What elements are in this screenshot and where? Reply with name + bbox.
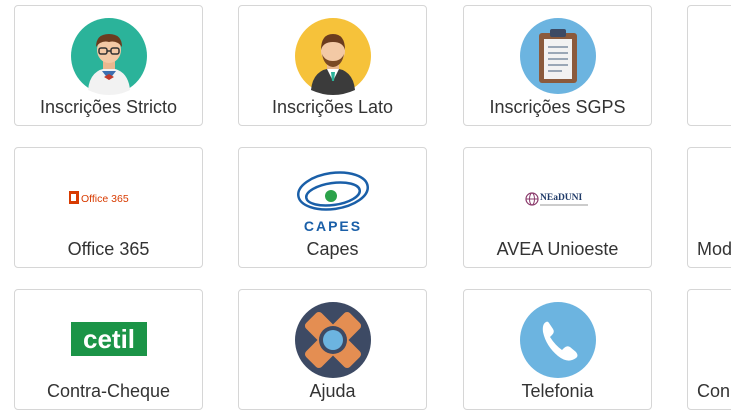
tile-label: Mod [697,239,731,259]
tile-contra-cheque[interactable]: cetil Contra-Cheque [14,289,203,410]
tile-label: Inscrições Stricto [39,97,178,117]
tile-label: Con [697,381,731,401]
tile-label: Contra-Cheque [46,381,171,401]
tile-avea-unioeste[interactable]: NEaDUNI AVEA Unioeste [463,147,652,268]
tile-label: Ajuda [309,381,356,401]
tile-partial-row2[interactable]: Mod [687,147,731,268]
capes-logo-text: CAPES [303,218,361,234]
tile-ajuda[interactable]: Ajuda [238,289,427,410]
tile-inscricoes-sgps[interactable]: Inscrições SGPS [463,5,652,126]
tile-partial-row1[interactable] [687,5,731,126]
tile-label: Inscrições SGPS [489,97,626,117]
cetil-logo-text: cetil [82,324,134,354]
student-avatar-icon [69,16,149,96]
tile-label: AVEA Unioeste [496,239,619,259]
tile-telefonia[interactable]: Telefonia [463,289,652,410]
lifebuoy-icon [293,300,373,380]
cetil-logo-icon: cetil [69,300,149,380]
tile-label: Telefonia [521,381,594,401]
tile-label: Inscrições Lato [271,97,394,117]
professional-avatar-icon [293,16,373,96]
neaduni-logo-icon: NEaDUNI [518,158,598,238]
tile-office-365[interactable]: Office 365 Office 365 [14,147,203,268]
neaduni-logo-text: NEaDUNI [540,193,583,203]
tile-partial-row3[interactable]: Con [687,289,731,410]
tile-label: Office 365 [67,239,150,259]
tile-inscricoes-lato[interactable]: Inscrições Lato [238,5,427,126]
tile-label: Capes [306,239,359,259]
office365-logo-text: Office 365 [81,193,129,205]
capes-logo-icon: CAPES [293,158,373,238]
office365-logo-icon: Office 365 [68,158,149,238]
tile-capes[interactable]: CAPES Capes [238,147,427,268]
tile-inscricoes-stricto[interactable]: Inscrições Stricto [14,5,203,126]
clipboard-icon [518,16,598,96]
phone-icon [518,300,598,380]
